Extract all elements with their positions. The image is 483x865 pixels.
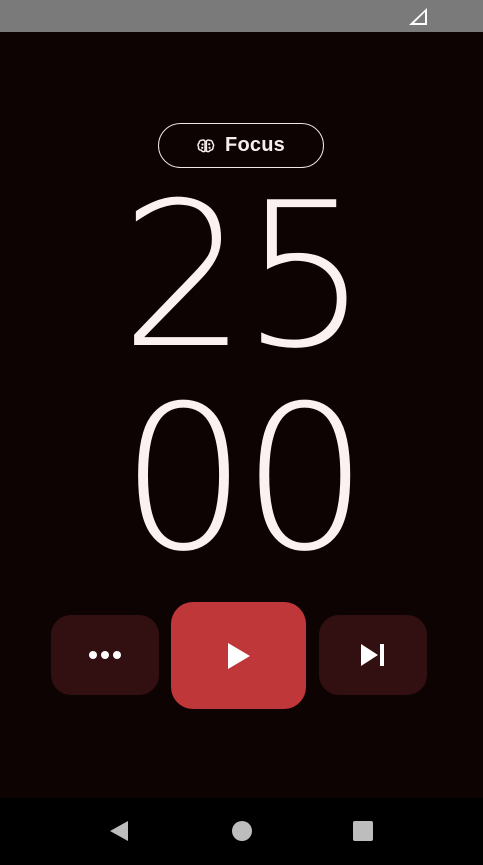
- timer-screen: Focus 25 00: [0, 32, 483, 798]
- timer-minutes: 25: [120, 160, 369, 393]
- home-circle-icon: [232, 821, 252, 841]
- more-horizontal-icon: [89, 651, 121, 659]
- mode-label: Focus: [225, 134, 285, 156]
- timer-seconds: 00: [120, 363, 369, 596]
- recents-square-icon: [353, 821, 373, 841]
- back-triangle-icon: [110, 821, 128, 841]
- nav-recents-button[interactable]: [350, 818, 376, 844]
- status-bar: [0, 0, 483, 32]
- play-button[interactable]: [171, 602, 306, 709]
- more-options-button[interactable]: [51, 615, 159, 695]
- brain-icon: [197, 138, 215, 152]
- timer-controls: [0, 602, 483, 712]
- nav-home-button[interactable]: [229, 818, 255, 844]
- skip-next-icon: [361, 644, 384, 666]
- nav-back-button[interactable]: [106, 818, 132, 844]
- play-icon: [227, 642, 250, 669]
- cell-signal-icon: [409, 8, 427, 25]
- system-nav-bar: [0, 798, 483, 865]
- skip-next-button[interactable]: [319, 615, 427, 695]
